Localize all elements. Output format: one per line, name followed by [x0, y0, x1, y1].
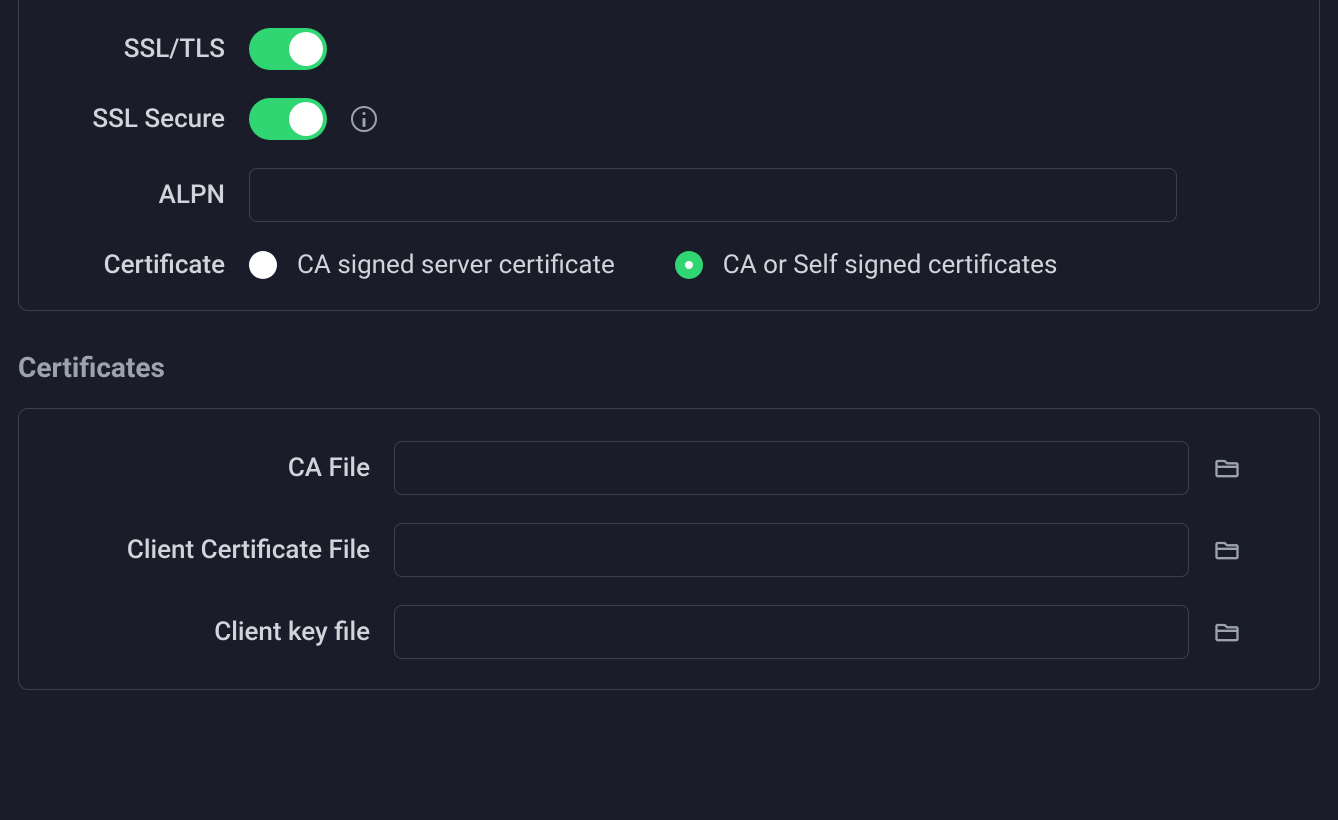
ssl-secure-label: SSL Secure: [49, 104, 249, 134]
radio-self-signed-label: CA or Self signed certificates: [723, 250, 1058, 280]
ca-file-row: CA File: [49, 441, 1289, 495]
certificate-row: Certificate CA signed server certificate…: [49, 250, 1289, 280]
ssl-tls-toggle[interactable]: [249, 28, 327, 70]
radio-icon: [675, 251, 703, 279]
client-key-row: Client key file: [49, 605, 1289, 659]
radio-self-signed[interactable]: CA or Self signed certificates: [675, 250, 1058, 280]
alpn-input[interactable]: [249, 168, 1177, 222]
client-cert-row: Client Certificate File: [49, 523, 1289, 577]
toggle-knob: [289, 102, 323, 136]
ssl-secure-row: SSL Secure: [49, 98, 1289, 140]
folder-open-icon[interactable]: [1213, 618, 1241, 646]
certificate-label: Certificate: [49, 250, 249, 280]
alpn-row: ALPN: [49, 168, 1289, 222]
client-key-label: Client key file: [49, 617, 394, 647]
folder-open-icon[interactable]: [1213, 536, 1241, 564]
client-cert-label: Client Certificate File: [49, 535, 394, 565]
client-cert-input[interactable]: [394, 523, 1189, 577]
ssl-secure-toggle[interactable]: [249, 98, 327, 140]
folder-open-icon[interactable]: [1213, 454, 1241, 482]
certificates-section-title: Certificates: [18, 351, 1320, 384]
certificates-panel: CA File Client Certificate File Clie: [18, 408, 1320, 690]
toggle-knob: [289, 32, 323, 66]
ssl-settings-panel: SSL/TLS SSL Secure ALPN Certificate: [18, 0, 1320, 311]
ssl-tls-row: SSL/TLS: [49, 28, 1289, 70]
alpn-label: ALPN: [49, 180, 249, 210]
certificate-radio-group: CA signed server certificate CA or Self …: [249, 250, 1057, 280]
ca-file-label: CA File: [49, 453, 394, 483]
info-icon[interactable]: [351, 106, 377, 132]
radio-ca-signed[interactable]: CA signed server certificate: [249, 250, 615, 280]
radio-icon: [249, 251, 277, 279]
ssl-tls-label: SSL/TLS: [49, 34, 249, 64]
client-key-input[interactable]: [394, 605, 1189, 659]
ca-file-input[interactable]: [394, 441, 1189, 495]
radio-ca-signed-label: CA signed server certificate: [297, 250, 615, 280]
